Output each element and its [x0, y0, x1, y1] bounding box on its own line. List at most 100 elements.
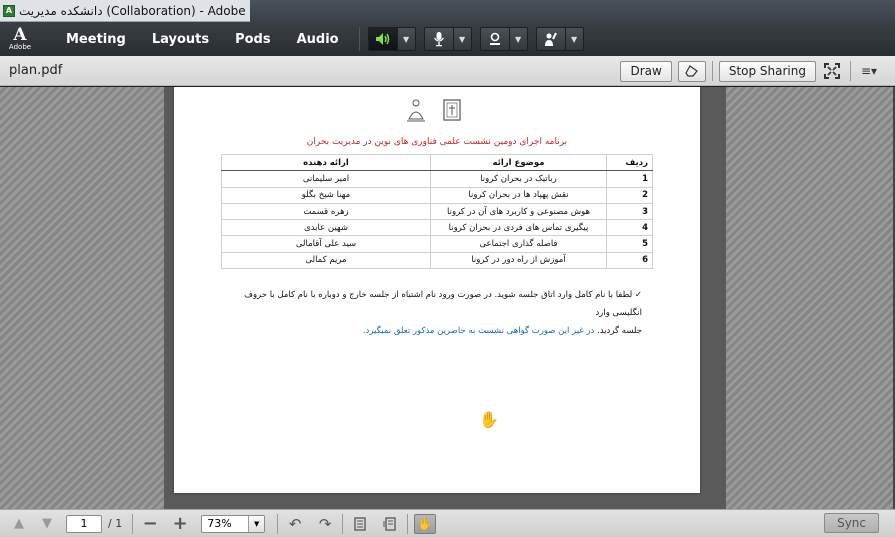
row-presenter: مهنا شیخ بگلو	[221, 186, 431, 204]
speaker-dropdown-arrow[interactable]: ▼	[397, 27, 416, 51]
menu-meeting[interactable]: Meeting	[66, 32, 126, 47]
row-topic: آموزش از راه دور در کرونا	[430, 251, 607, 270]
pod-title: plan.pdf	[9, 63, 63, 78]
draw-button[interactable]: Draw	[620, 60, 672, 82]
row-topic: فاصله گذاری اجتماعی	[430, 235, 607, 253]
adobe-logo-text: Adobe	[8, 43, 32, 51]
emblem-logo-icon	[405, 97, 427, 123]
row-number: 4	[606, 219, 653, 237]
row-presenter: شهین عابدی	[221, 219, 431, 237]
menu-pods[interactable]: Pods	[235, 32, 271, 47]
zoom-out-icon[interactable]: −	[139, 513, 161, 535]
table-row: 5 فاصله گذاری اجتماعی سید علی آقامالی	[221, 235, 653, 253]
microphone-button[interactable]	[423, 27, 454, 51]
row-number: 2	[606, 186, 653, 204]
table-row: 4 پیگیری تماس های فردی در بحران کرونا شه…	[221, 219, 653, 237]
row-presenter: امیر سلیمانی	[221, 170, 431, 188]
row-presenter: زهره قسمت	[221, 202, 431, 221]
raise-hand-icon	[544, 32, 557, 46]
share-pod-header: plan.pdf Draw Stop Sharing ≡▾	[0, 56, 895, 86]
row-topic: هوش مصنوعی و کاربرد های آن در کرونا	[430, 202, 607, 221]
fit-page-icon[interactable]	[379, 513, 401, 535]
menu-layouts[interactable]: Layouts	[152, 32, 209, 47]
toolbar-separator	[132, 513, 134, 534]
eraser-button[interactable]	[677, 60, 706, 82]
page-number-input[interactable]: 1	[66, 514, 102, 533]
pod-controls: Draw Stop Sharing ≡▾	[620, 60, 881, 82]
previous-page-icon[interactable]: ▲	[8, 513, 30, 535]
pdf-page: برنامه اجرای دومین نشست علمی فناوری های …	[174, 87, 700, 493]
note-line-1: ✓ لطفا با نام کامل وارد اتاق جلسه شوید. …	[244, 290, 642, 318]
window-title-bar: A دانشکده مدیریت (Collaboration) - Adobe…	[0, 0, 895, 22]
microphone-control: ▼	[423, 27, 472, 51]
fit-width-icon[interactable]	[349, 513, 371, 535]
document-heading: برنامه اجرای دومین نشست علمی فناوری های …	[306, 137, 568, 147]
speaker-control: ▼	[367, 27, 416, 51]
status-control: ▼	[535, 27, 584, 51]
page-total: / 1	[108, 517, 123, 530]
document-note: ✓ لطفا با نام کامل وارد اتاق جلسه شوید. …	[214, 286, 642, 340]
table-row: 6 آموزش از راه دور در کرونا مریم کمالی	[221, 251, 653, 270]
note-line-2-start: جلسه گردید.	[597, 326, 642, 336]
speaker-icon	[375, 33, 389, 45]
toolbar-separator	[342, 513, 344, 534]
note-line-2: جلسه گردید. در غیر این صورت گواهی نشست ب…	[214, 322, 642, 340]
row-topic: رباتیک در بحران کرونا	[430, 170, 607, 188]
sync-button[interactable]: Sync	[824, 513, 879, 533]
hand-tool-button[interactable]: ✋	[414, 513, 437, 534]
column-header-presenter: ارائه دهنده	[221, 153, 431, 172]
toolbar-separator	[407, 513, 409, 534]
row-topic: نقش پهپاد ها در بحران کرونا	[430, 186, 607, 204]
raise-hand-button[interactable]	[535, 27, 566, 51]
stop-sharing-button[interactable]: Stop Sharing	[718, 60, 816, 82]
adobe-logo: A Adobe	[0, 22, 40, 56]
zoom-dropdown-arrow[interactable]: ▼	[248, 515, 265, 532]
raise-hand-dropdown-arrow[interactable]: ▼	[565, 27, 584, 51]
table-header-row: ردیف موضوع ارائه ارائه دهنده	[221, 153, 653, 172]
zoom-value: 73%	[207, 517, 232, 530]
document-navigation-bar: ▲ ▼ 1 / 1 − + 73% ▼ ↶ ↷ ✋ Sync	[0, 509, 895, 537]
shared-content-area: برنامه اجرای دومین نشست علمی فناوری های …	[0, 87, 893, 509]
zoom-select[interactable]: 73% ▼	[201, 514, 266, 533]
fullscreen-icon[interactable]	[820, 61, 844, 81]
university-logo-icon	[441, 97, 463, 123]
eraser-icon	[685, 65, 698, 77]
hand-tool-icon: ✋	[417, 516, 433, 531]
pod-separator	[711, 61, 713, 81]
menu-audio[interactable]: Audio	[297, 32, 339, 47]
webcam-button[interactable]	[479, 27, 510, 51]
pod-options-menu-icon[interactable]: ≡▾	[857, 61, 881, 81]
rotate-right-icon[interactable]: ↷	[314, 513, 336, 535]
background-window-strip	[250, 0, 895, 22]
column-header-row-number: ردیف	[606, 153, 653, 172]
row-number: 6	[606, 251, 653, 270]
table-row: 1 رباتیک در بحران کرونا امیر سلیمانی	[221, 170, 653, 188]
speaker-button[interactable]	[367, 27, 398, 51]
table-row: 2 نقش پهپاد ها در بحران کرونا مهنا شیخ ب…	[221, 186, 653, 204]
app-icon: A	[3, 4, 15, 17]
row-topic: پیگیری تماس های فردی در بحران کرونا	[430, 219, 607, 237]
row-presenter: مریم کمالی	[221, 251, 431, 270]
row-presenter: سید علی آقامالی	[221, 235, 431, 253]
document-logos	[394, 97, 474, 125]
rotate-left-icon[interactable]: ↶	[284, 513, 306, 535]
main-menu-bar: A Adobe Meeting Layouts Pods Audio ▼ ▼ ▼…	[0, 22, 895, 56]
adobe-logo-mark: A	[13, 25, 27, 45]
row-number: 1	[606, 170, 653, 188]
webcam-control: ▼	[479, 27, 528, 51]
table-row: 3 هوش مصنوعی و کاربرد های آن در کرونا زه…	[221, 202, 653, 221]
next-page-icon[interactable]: ▼	[36, 513, 58, 535]
webcam-icon	[489, 32, 500, 45]
note-line-2-warning: در غیر این صورت گواهی نشست به حاضرین مذک…	[362, 326, 595, 336]
zoom-in-icon[interactable]: +	[169, 513, 191, 535]
schedule-table: ردیف موضوع ارائه ارائه دهنده 1 رباتیک در…	[221, 153, 653, 270]
microphone-icon	[433, 32, 444, 47]
webcam-dropdown-arrow[interactable]: ▼	[509, 27, 528, 51]
microphone-dropdown-arrow[interactable]: ▼	[453, 27, 472, 51]
menu-separator	[358, 27, 360, 51]
pod-separator-2	[850, 61, 851, 81]
toolbar-separator	[277, 513, 279, 534]
row-number: 5	[606, 235, 653, 253]
hand-cursor-icon: ✋	[479, 410, 499, 429]
column-header-topic: موضوع ارائه	[430, 153, 607, 172]
